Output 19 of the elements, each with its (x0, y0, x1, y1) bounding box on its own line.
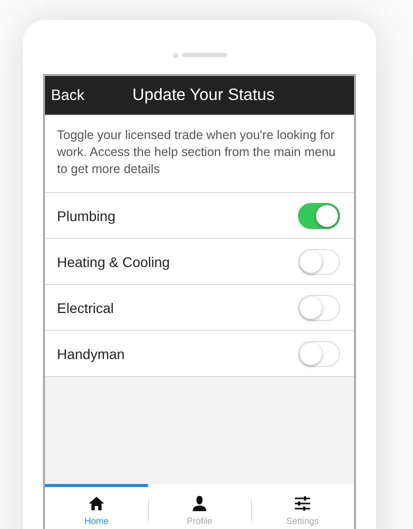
toggle-switch[interactable] (298, 202, 340, 228)
description-text: Toggle your licensed trade when you're looking for work. Access the help section from the main menu to get more details (45, 115, 354, 193)
toggle-switch[interactable] (298, 248, 340, 274)
trade-label: Heating & Cooling (57, 254, 170, 270)
home-icon (88, 495, 105, 512)
nav-tab[interactable]: Profile (148, 484, 251, 529)
trade-label: Electrical (57, 300, 114, 316)
nav-tab[interactable]: Settings (251, 484, 354, 529)
sliders-icon (294, 495, 311, 512)
nav-tab[interactable]: Home (45, 484, 148, 529)
person-icon (191, 495, 208, 512)
toggle-switch[interactable] (298, 340, 340, 366)
camera-dot (172, 52, 178, 58)
screen-title: Update Your Status (132, 86, 275, 104)
back-button[interactable]: Back (45, 86, 90, 104)
toggle-switch[interactable] (298, 294, 340, 320)
speaker-slot (182, 53, 226, 57)
trade-label: Handyman (57, 346, 125, 362)
trade-label: Plumbing (57, 208, 116, 224)
